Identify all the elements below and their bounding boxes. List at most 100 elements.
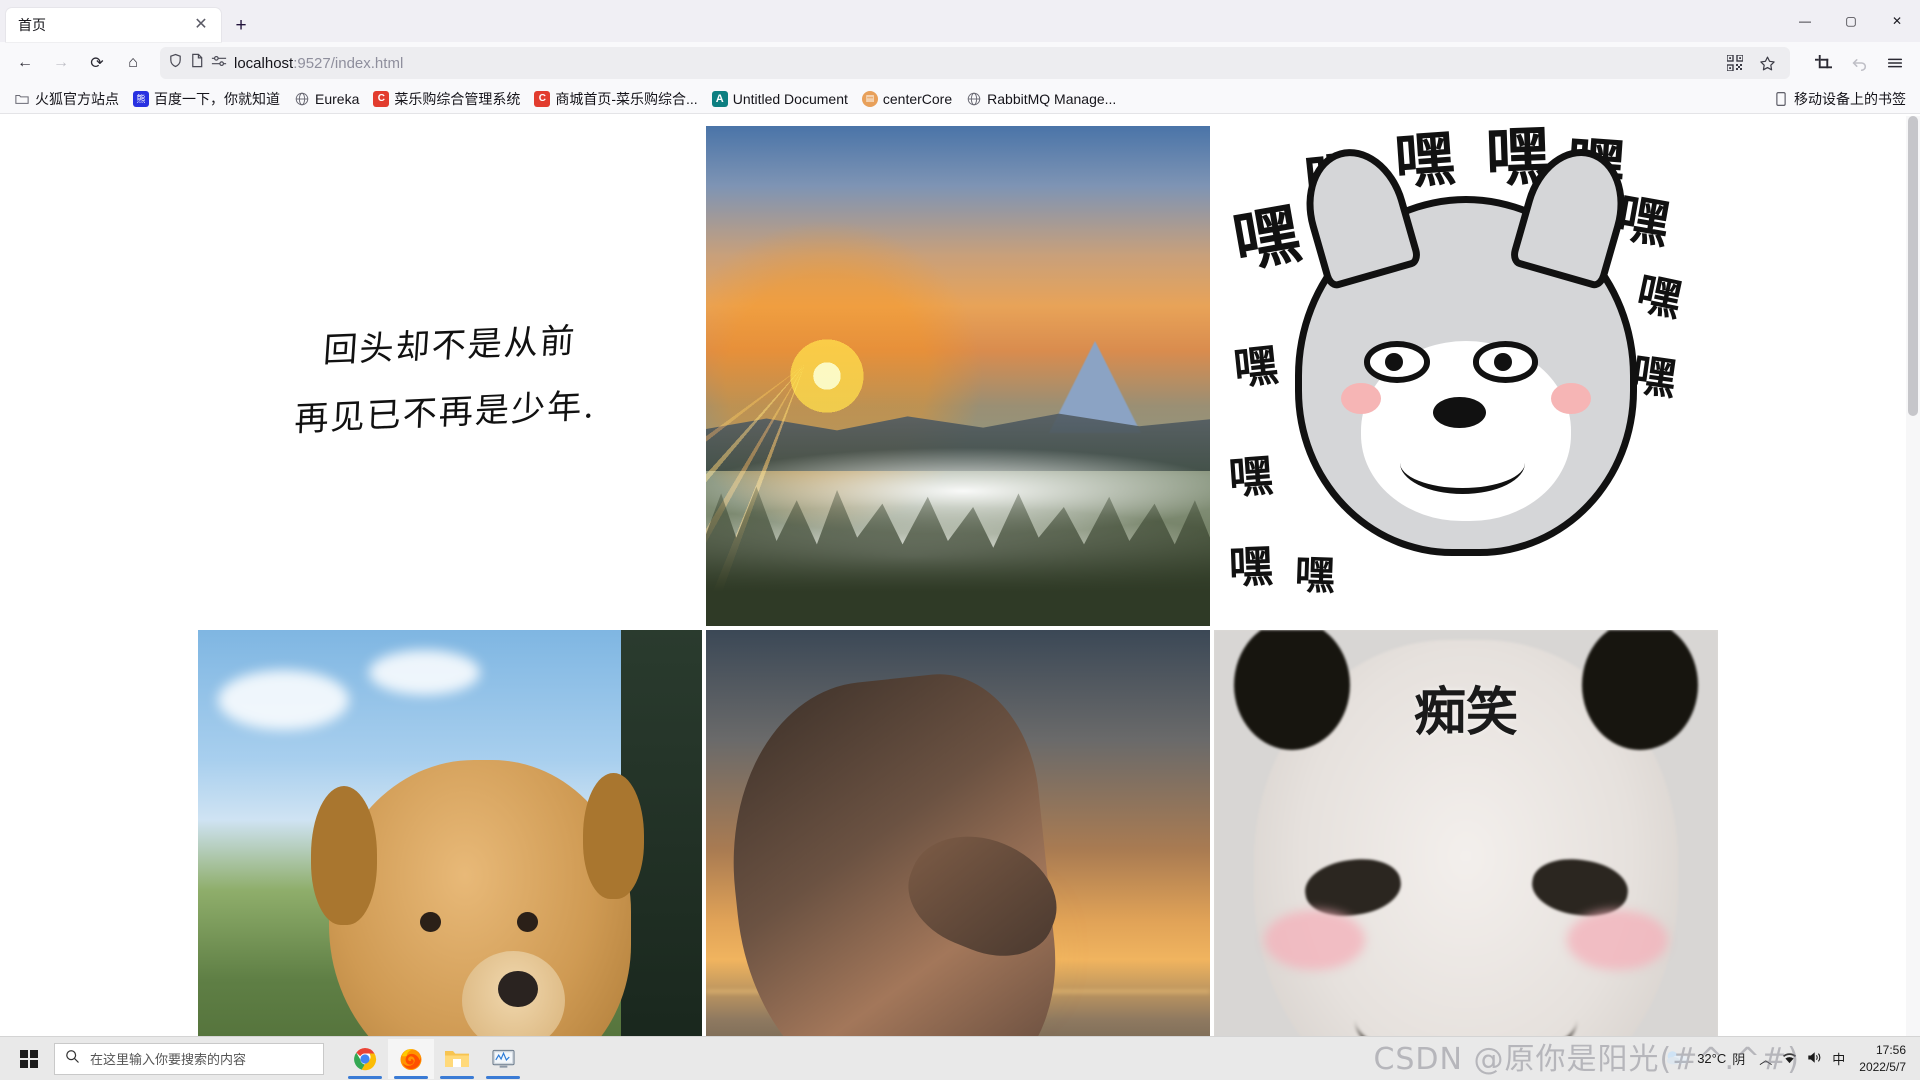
home-icon[interactable]: ⌂ (116, 47, 150, 79)
sticker-text-hei: 嘿 (1293, 552, 1336, 600)
url-text[interactable]: localhost:9527/index.html (234, 55, 1713, 72)
bookmark-item[interactable]: RabbitMQ Manage... (960, 88, 1122, 110)
bookmark-label: 菜乐购综合管理系统 (394, 90, 521, 107)
sticker-text-hei: 嘿 (1393, 126, 1458, 199)
system-tray: 32°C 阴 ︿ 中 17:56 2022/5/7 (1665, 1042, 1914, 1074)
page-icon[interactable] (190, 53, 204, 73)
gallery-item-handwriting-note[interactable]: 回头却不是从前 再见已不再是少年. (198, 126, 702, 626)
maximize-icon[interactable]: ▢ (1828, 0, 1874, 42)
back-icon[interactable]: ← (8, 47, 42, 79)
handwriting-line-2: 再见已不再是少年. (293, 386, 597, 440)
windows-taskbar: 在这里输入你要搜索的内容 32°C 阴 ︿ 中 17:56 2022/5/7 (0, 1036, 1920, 1080)
permissions-icon[interactable] (211, 54, 227, 73)
handwriting-line-1: 回头却不是从前 (322, 321, 578, 371)
dog-ear-right (583, 773, 644, 899)
bookmark-label: centerCore (882, 90, 953, 107)
weather-widget[interactable]: 32°C 阴 (1665, 1048, 1745, 1069)
close-window-icon[interactable]: ✕ (1874, 0, 1920, 42)
close-icon[interactable]: ✕ (189, 13, 213, 37)
address-bar[interactable]: localhost:9527/index.html (160, 47, 1790, 79)
new-tab-button[interactable]: + (229, 13, 253, 37)
taskbar-app-file-explorer[interactable] (434, 1039, 480, 1079)
golden-retriever-photo (198, 630, 702, 1038)
taskbar-app-chrome[interactable] (342, 1039, 388, 1079)
shiba-eye-right (1472, 341, 1539, 383)
sticker-text-hei: 嘿 (1632, 267, 1687, 328)
scrollbar-thumb[interactable] (1908, 116, 1918, 416)
qr-code-icon[interactable] (1720, 49, 1750, 77)
clock-time: 17:56 (1875, 1043, 1906, 1058)
reload-icon[interactable]: ⟳ (80, 47, 114, 79)
dog-eye-left (419, 911, 441, 932)
letter-a-icon: A (711, 90, 728, 107)
address-bar-actions (1720, 49, 1782, 77)
cloud (369, 650, 481, 695)
chevron-up-icon[interactable]: ︿ (1759, 1049, 1772, 1068)
gallery-item-hand-holding-sun[interactable] (706, 630, 1210, 1038)
bookmark-item[interactable]: 熊 百度一下，你就知道 (127, 86, 286, 112)
page-scrollbar[interactable] (1906, 116, 1920, 1038)
tab-title: 首页 (18, 17, 46, 33)
hand-holding-sun-photo (706, 630, 1210, 1038)
handwriting-image: 回头却不是从前 再见已不再是少年. (198, 126, 702, 626)
red-c-icon: C (534, 90, 551, 107)
baidu-icon: 熊 (133, 90, 149, 107)
bookmark-item[interactable]: ▤ centerCore (856, 88, 958, 110)
dog-head (310, 760, 644, 1038)
windows-logo-icon (20, 1049, 38, 1068)
taskbar-app-firefox[interactable] (388, 1038, 434, 1079)
bookmark-label: RabbitMQ Manage... (987, 90, 1117, 107)
browser-tab-home[interactable]: 首页 ✕ (6, 8, 221, 42)
tray-status-icons: ︿ 中 (1759, 1049, 1845, 1068)
volume-icon[interactable] (1807, 1051, 1822, 1067)
crop-icon[interactable] (1806, 47, 1840, 79)
url-host: localhost (234, 54, 294, 72)
back-arrow-icon[interactable] (1842, 47, 1876, 79)
cloud (218, 670, 350, 730)
star-icon[interactable] (1752, 49, 1782, 77)
globe-icon (294, 91, 310, 107)
sticker-text-hei: 嘿 (1231, 339, 1281, 396)
forward-icon[interactable]: → (44, 47, 78, 79)
shield-icon[interactable] (168, 53, 183, 73)
navigation-toolbar: ← → ⟳ ⌂ localhost:9527/index.html (0, 42, 1920, 84)
red-c-icon: C (373, 90, 390, 107)
shiba-eye-left (1364, 341, 1430, 383)
minimize-icon[interactable]: — (1782, 0, 1828, 42)
taskbar-search-input[interactable]: 在这里输入你要搜索的内容 (54, 1042, 324, 1075)
bookmark-label: 商城首页-菜乐购综合... (555, 90, 698, 107)
chrome-icon (354, 1047, 377, 1070)
taskbar-app-system-monitor[interactable] (480, 1039, 526, 1079)
bookmark-item[interactable]: Eureka (288, 88, 365, 110)
sunrise-photo (706, 126, 1210, 626)
start-button[interactable] (6, 1037, 52, 1080)
gallery-item-shiba-hehe-meme[interactable]: 嘿 嘿 嘿 嘿 嘿 嘿 嘿 嘿 嘿 嘿 嘿 嘿 (1214, 126, 1718, 626)
shiba-meme-image: 嘿 嘿 嘿 嘿 嘿 嘿 嘿 嘿 嘿 嘿 嘿 嘿 (1214, 126, 1718, 626)
shiba-nose (1433, 396, 1486, 428)
bookmarks-toolbar: 火狐官方站点 熊 百度一下，你就知道 Eureka C 菜乐购综合管理系统 C … (0, 84, 1920, 114)
folder-icon (445, 1050, 469, 1067)
clock-widget[interactable]: 17:56 2022/5/7 (1859, 1042, 1906, 1074)
search-icon (65, 1049, 80, 1069)
bookmark-item[interactable]: 火狐官方站点 (8, 86, 125, 112)
panda-mouth (1355, 970, 1577, 1038)
gallery-item-sunrise-mountain-valley[interactable] (706, 126, 1210, 626)
mobile-icon (1773, 91, 1789, 107)
bookmark-item[interactable]: A Untitled Document (706, 88, 854, 110)
firefox-browser-window: 首页 ✕ + — ▢ ✕ ← → ⟳ ⌂ localhost:9527/inde… (0, 0, 1920, 1080)
panda-blush-right (1566, 910, 1668, 970)
network-icon[interactable] (1782, 1051, 1797, 1067)
input-method-icon[interactable]: 中 (1832, 1049, 1845, 1068)
bookmark-item[interactable]: C 商城首页-菜乐购综合... (528, 86, 703, 112)
weather-desc: 阴 (1732, 1052, 1746, 1067)
shiba-blush-left (1341, 382, 1381, 415)
bookmark-label: Eureka (315, 90, 360, 107)
url-path: :9527/index.html (293, 54, 404, 72)
bookmark-item-mobile[interactable]: 移动设备上的书签 (1767, 86, 1912, 112)
gallery-item-golden-retriever-car[interactable] (198, 630, 702, 1038)
hamburger-menu-icon[interactable] (1878, 47, 1912, 79)
gallery-item-panda-chixiao-meme[interactable]: 痴笑 (1214, 630, 1718, 1038)
page-content: 回头却不是从前 再见已不再是少年. 嘿 嘿 嘿 嘿 嘿 嘿 嘿 嘿 嘿 嘿 痴笑 (0, 116, 1920, 1038)
bookmark-item[interactable]: C 菜乐购综合管理系统 (367, 86, 526, 112)
folder-icon (14, 91, 30, 107)
